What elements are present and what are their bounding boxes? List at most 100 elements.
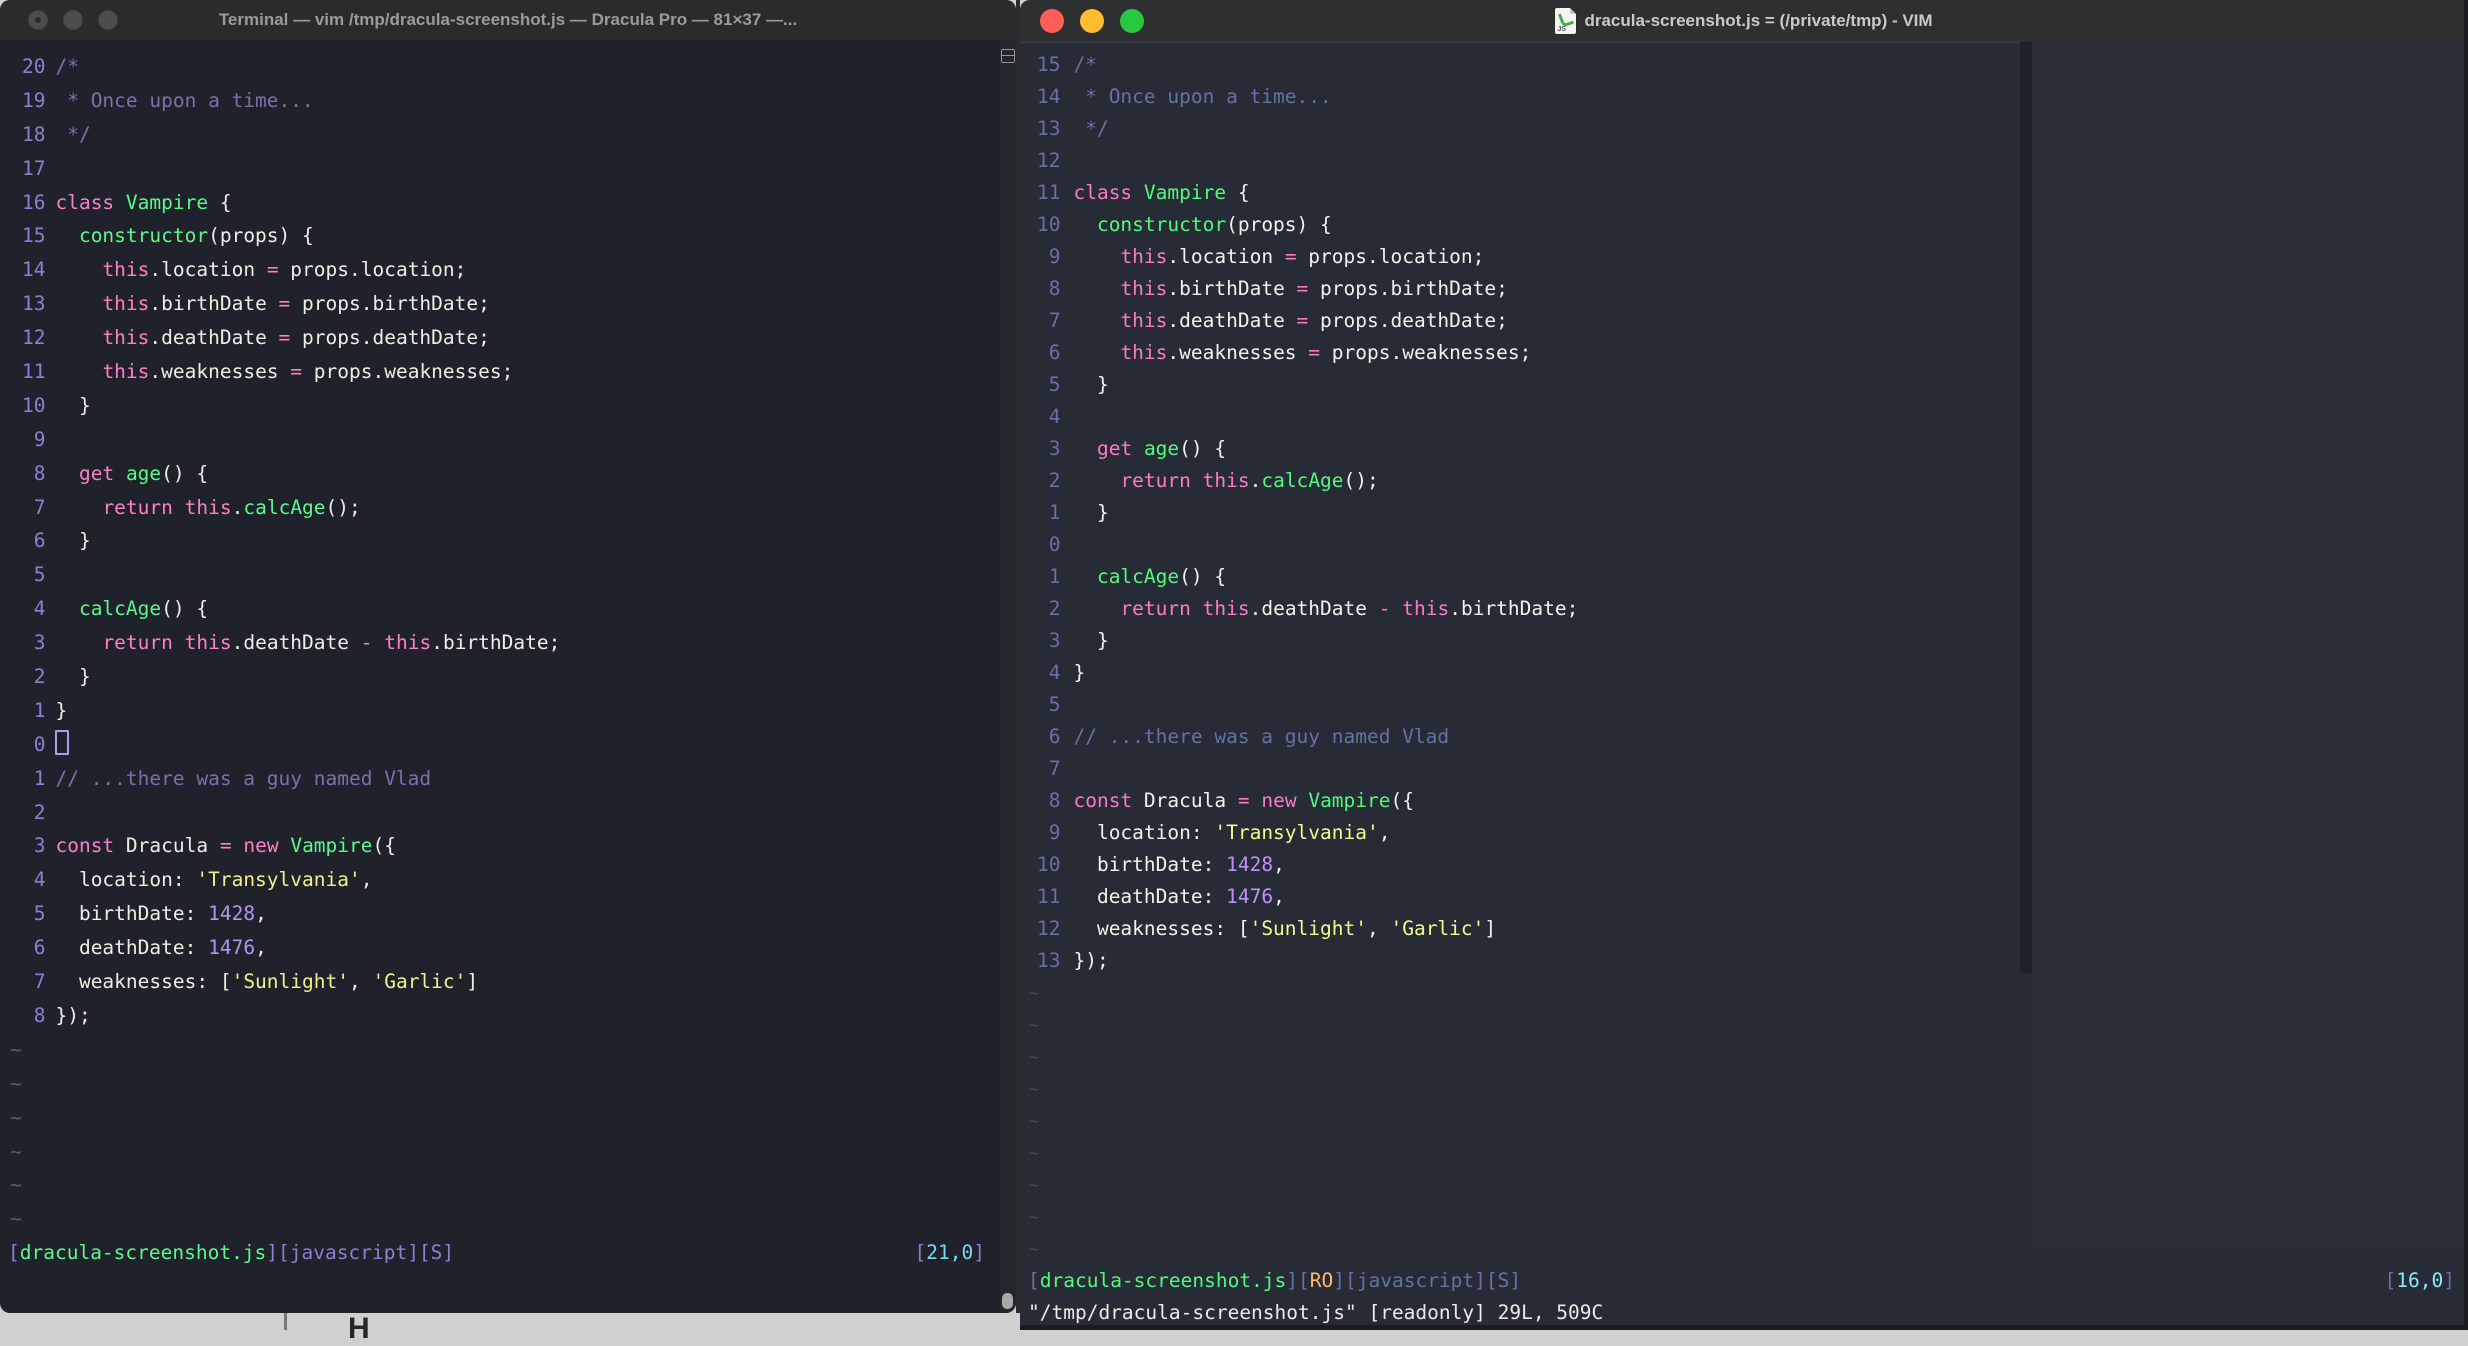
token: this [1120,245,1168,268]
status-segment: ][ [1286,1269,1310,1292]
close-button[interactable] [28,10,48,30]
token: calcAge [243,495,326,519]
tilde-glyph: ~ [1028,1109,1040,1132]
token: ({ [372,834,396,858]
token: , [1378,821,1391,844]
code-text: location: 'Transylvania', [55,868,373,892]
empty-line-tilde: ~ [1020,1169,2468,1201]
scrollbar-thumb[interactable] [1002,1293,1013,1309]
code-text: * Once upon a time... [1073,85,1332,108]
code-line: 8 const Dracula = new Vampire({ [1020,785,2468,817]
token: class [55,190,115,214]
code-line: 11 class Vampire { [1020,177,2468,209]
document-icon[interactable]: JS [1555,8,1577,34]
token: props.birthDate; [290,292,490,316]
code-line: 5 birthDate: 1428, [0,897,1000,931]
tilde-glyph: ~ [10,1207,22,1231]
split-pane-button[interactable] [1001,49,1015,63]
token: 1476 [1226,885,1274,908]
code-text: birthDate: 1428, [1073,853,1285,876]
terminal-scrollbar[interactable] [1000,40,1016,1313]
token: } [1073,629,1109,652]
macvim-titlebar[interactable]: JS dracula-screenshot.js = (/private/tmp… [1020,0,2468,43]
token: 'Sunlight' [1249,917,1367,940]
vim-buffer: 15/* 14 * Once upon a time... 13 */12 11 cla… [1020,42,2468,1329]
token: = [1308,341,1321,364]
token: } [1073,661,1086,684]
window-title: Terminal — vim /tmp/dracula-screenshot.j… [218,10,798,29]
token: .deathDate [1249,597,1379,620]
code-text: this.weaknesses = props.weaknesses; [1073,341,1531,364]
token: return [102,495,173,519]
code-line: 9 this.location = props.location; [1020,241,2468,273]
token: , [348,970,373,994]
terminal-titlebar[interactable]: Terminal — vim /tmp/dracula-screenshot.j… [0,0,1016,41]
line-number: 6 [33,529,46,553]
status-segment: ][ [1333,1269,1357,1292]
token: Vampire [1143,181,1227,204]
vim-command-line [0,1270,1000,1304]
command-line-text: "/tmp/dracula-screenshot.js" [readonly] … [1028,1301,1604,1324]
empty-line-tilde: ~ [1020,1009,2468,1041]
code-text: birthDate: 1428, [55,902,267,925]
token: 'Transylvania' [196,868,361,892]
code-text: this.weaknesses = props.weaknesses; [55,360,513,383]
token: deathDate: [55,936,209,960]
code-text: }); [55,1004,90,1027]
line-number: 5 [1048,373,1061,396]
token: calcAge [1096,565,1180,588]
code-line: 1 } [1020,497,2468,529]
token: } [1073,373,1109,396]
line-number: 6 [1048,341,1061,364]
minimize-button[interactable] [63,10,83,30]
token: Vampire [290,834,373,858]
token: return [1120,597,1191,620]
code-line: 12 weaknesses: ['Sunlight', 'Garlic'] [1020,913,2468,945]
empty-line-tilde: ~ [1020,1041,2468,1073]
zoom-button[interactable] [1120,9,1144,33]
code-text: return this.deathDate - this.birthDate; [1073,597,1578,620]
empty-line-tilde: ~ [1020,1105,2468,1137]
code-line: 16 class Vampire { [0,186,1000,220]
tilde-glyph: ~ [10,1037,22,1061]
code-text: location: 'Transylvania', [1073,821,1391,844]
zoom-button[interactable] [98,10,118,30]
line-number: 3 [1048,437,1061,460]
status-segment: ] [442,1241,455,1265]
macvim-text-area[interactable]: 15/* 14 * Once upon a time... 13 */12 11 cla… [1020,42,2468,1330]
line-number: 7 [33,495,46,519]
line-number: 8 [33,1003,46,1027]
code-line: 12 this.deathDate = props.deathDate; [0,321,1000,355]
token: , [255,936,267,960]
line-number: 7 [1048,757,1061,780]
terminal-text-area[interactable]: 20/* 19 * Once upon a time... 18 */17 16 cla… [0,40,1000,1313]
code-text: } [55,529,91,552]
token: = [278,326,291,350]
code-text: deathDate: 1476, [55,936,267,960]
token: } [55,665,91,689]
empty-line-tilde: ~ [1020,1201,2468,1233]
status-segment: ] [1509,1269,1522,1292]
line-number: 18 [22,122,46,146]
token: } [55,698,68,722]
tilde-glyph: ~ [10,1139,22,1163]
window-edge-bottom [1020,1325,2468,1330]
line-number: 4 [1048,661,1061,684]
ruler-segment: ] [973,1241,985,1265]
line-number: 8 [33,461,46,485]
close-button[interactable] [1040,9,1064,33]
token: props.birthDate; [1308,277,1508,300]
line-number: 2 [1048,597,1061,620]
minimize-button[interactable] [1080,9,1104,33]
token: }); [55,1003,91,1027]
status-segment: S [1497,1269,1510,1292]
line-number: 3 [1048,629,1061,652]
code-line: 1 calcAge() { [1020,561,2468,593]
token: - [1378,597,1391,620]
token: (props) { [208,224,314,248]
